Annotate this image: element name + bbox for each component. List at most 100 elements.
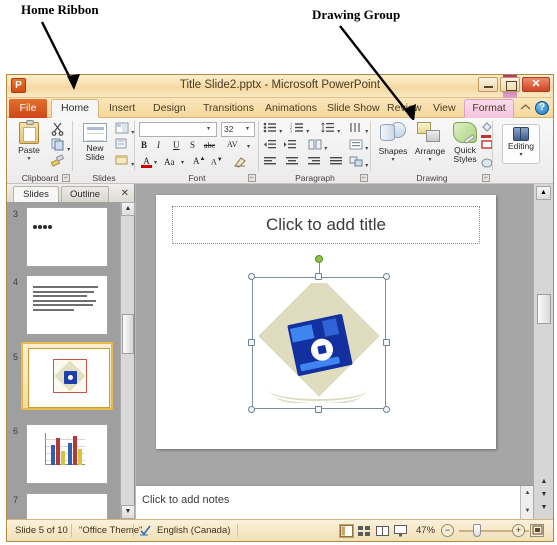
- format-painter-button[interactable]: [50, 154, 65, 169]
- thumbnail-scrollbar[interactable]: ▲ ▼: [120, 202, 135, 519]
- bullets-button[interactable]: ▾: [263, 122, 282, 135]
- columns-caret[interactable]: ▾: [324, 146, 327, 152]
- numbering-button[interactable]: 123 ▾: [290, 122, 309, 136]
- align-left-button[interactable]: [263, 156, 277, 169]
- shapes-caret[interactable]: ▾: [375, 156, 411, 165]
- resize-handle-top-right[interactable]: [383, 273, 390, 280]
- change-case-button[interactable]: Aa: [164, 157, 175, 167]
- character-spacing-caret[interactable]: ▾: [247, 143, 250, 150]
- resize-handle-bottom-right[interactable]: [383, 406, 390, 413]
- slide-scroll-up-icon[interactable]: ▲: [536, 186, 551, 200]
- font-color-button[interactable]: A: [141, 156, 152, 168]
- align-text-caret[interactable]: ▾: [365, 146, 368, 152]
- next-slide-button[interactable]: ▼: [537, 502, 551, 515]
- arrange-button[interactable]: Arrange ▾: [412, 122, 448, 165]
- resize-handle-middle-left[interactable]: [248, 339, 255, 346]
- notes-pane[interactable]: Click to add notes ▲ ▼: [136, 485, 533, 519]
- italic-button[interactable]: I: [157, 140, 160, 150]
- resize-handle-bottom-center[interactable]: [315, 406, 322, 413]
- align-text-button[interactable]: ▾: [349, 139, 368, 152]
- editing-caret[interactable]: ▾: [503, 151, 539, 160]
- paragraph-dialog-launcher[interactable]: ⌐: [360, 174, 368, 182]
- text-direction-caret[interactable]: ▾: [365, 129, 368, 135]
- shapes-button[interactable]: Shapes ▾: [375, 122, 411, 165]
- align-right-button[interactable]: [307, 156, 321, 169]
- fit-slide-to-window-button[interactable]: [530, 524, 544, 537]
- arrange-caret[interactable]: ▾: [412, 156, 448, 165]
- tab-slides-thumbnails[interactable]: Slides: [13, 186, 59, 202]
- font-name-caret[interactable]: ▾: [207, 125, 210, 132]
- thumbnail-slide-6[interactable]: [26, 424, 108, 484]
- editing-button[interactable]: Editing ▾: [502, 124, 540, 164]
- tab-outline[interactable]: Outline: [61, 186, 109, 202]
- grow-font-button[interactable]: A▲: [193, 156, 205, 166]
- font-name-combo[interactable]: [139, 122, 217, 137]
- drawing-dialog-launcher[interactable]: ⌐: [482, 174, 490, 182]
- paste-button[interactable]: Paste ▾: [11, 120, 47, 164]
- list-item[interactable]: 6: [7, 424, 120, 487]
- scrollbar-thumb[interactable]: [122, 314, 134, 354]
- align-center-button[interactable]: [285, 156, 299, 169]
- bullets-caret[interactable]: ▾: [279, 129, 282, 135]
- view-button-reading[interactable]: [375, 524, 390, 538]
- line-spacing-button[interactable]: ▾: [321, 122, 340, 135]
- strikethrough-button[interactable]: abc: [204, 141, 215, 150]
- thumbnail-slide-5[interactable]: [28, 348, 110, 408]
- resize-handle-top-left[interactable]: [248, 273, 255, 280]
- clipboard-dialog-launcher[interactable]: ⌐: [62, 174, 70, 182]
- quick-styles-button[interactable]: Quick Styles: [449, 122, 481, 164]
- new-slide-button[interactable]: New Slide: [78, 123, 112, 162]
- clear-formatting-button[interactable]: [233, 156, 247, 170]
- section-button[interactable]: ▾: [115, 154, 134, 168]
- scroll-down-icon[interactable]: ▼: [121, 505, 135, 519]
- smartart-caret[interactable]: ▾: [365, 163, 368, 169]
- notes-scroll-down-icon[interactable]: ▼: [522, 506, 533, 517]
- resize-handle-middle-right[interactable]: [383, 339, 390, 346]
- slide-scrollbar[interactable]: ▲ ▲ ▼ ▼: [533, 184, 553, 519]
- copy-button[interactable]: ▾: [51, 138, 70, 153]
- selected-picture-object[interactable]: [248, 255, 390, 413]
- cut-button[interactable]: [51, 122, 65, 138]
- shrink-font-button[interactable]: A▼: [211, 157, 223, 167]
- justify-button[interactable]: [329, 156, 343, 169]
- spell-check-icon[interactable]: [139, 524, 152, 537]
- rotation-handle[interactable]: [315, 255, 323, 263]
- slide-canvas[interactable]: Click to add title: [156, 195, 496, 449]
- bold-button[interactable]: B: [141, 140, 147, 150]
- underline-button[interactable]: U: [173, 140, 180, 150]
- slide-scrollbar-thumb[interactable]: [537, 294, 551, 324]
- font-color-caret[interactable]: ▾: [154, 159, 157, 166]
- notes-placeholder[interactable]: Click to add notes: [142, 494, 229, 506]
- title-placeholder[interactable]: Click to add title: [172, 206, 480, 244]
- thumbnail-slide-3[interactable]: [26, 207, 108, 267]
- character-spacing-button[interactable]: AV: [227, 140, 238, 149]
- convert-to-smartart-button[interactable]: ▾: [349, 156, 368, 169]
- view-button-slide-show[interactable]: [393, 524, 408, 538]
- reset-button[interactable]: [115, 138, 129, 152]
- close-pane-icon[interactable]: ✕: [121, 186, 129, 201]
- list-item[interactable]: 4: [7, 275, 120, 338]
- notes-scrollbar[interactable]: ▲ ▼: [520, 486, 533, 519]
- font-dialog-launcher[interactable]: ⌐: [248, 174, 256, 182]
- numbering-caret[interactable]: ▾: [306, 129, 309, 135]
- status-zoom-level[interactable]: 47%: [416, 525, 435, 536]
- status-language[interactable]: English (Canada): [157, 525, 230, 536]
- layout-button[interactable]: ▾: [115, 122, 134, 136]
- resize-handle-top-center[interactable]: [315, 273, 322, 280]
- view-button-normal[interactable]: [339, 524, 354, 538]
- thumbnail-slide-7[interactable]: [26, 493, 108, 519]
- change-case-caret[interactable]: ▾: [181, 159, 184, 166]
- increase-indent-button[interactable]: [283, 139, 297, 152]
- list-item[interactable]: 7: [7, 493, 120, 519]
- decrease-indent-button[interactable]: [263, 139, 277, 152]
- copy-dropdown-caret[interactable]: ▾: [67, 147, 70, 153]
- zoom-out-button[interactable]: −: [441, 524, 454, 537]
- slide-scroll-down-icon[interactable]: ▼: [537, 489, 551, 502]
- list-item[interactable]: 5: [7, 342, 120, 414]
- thumbnail-slide-4[interactable]: [26, 275, 108, 335]
- text-direction-button[interactable]: ▾: [349, 122, 368, 135]
- previous-slide-button[interactable]: ▲: [537, 476, 551, 489]
- notes-scroll-up-icon[interactable]: ▲: [522, 488, 533, 499]
- font-size-caret[interactable]: ▾: [246, 125, 249, 132]
- columns-button[interactable]: ▾: [308, 139, 327, 152]
